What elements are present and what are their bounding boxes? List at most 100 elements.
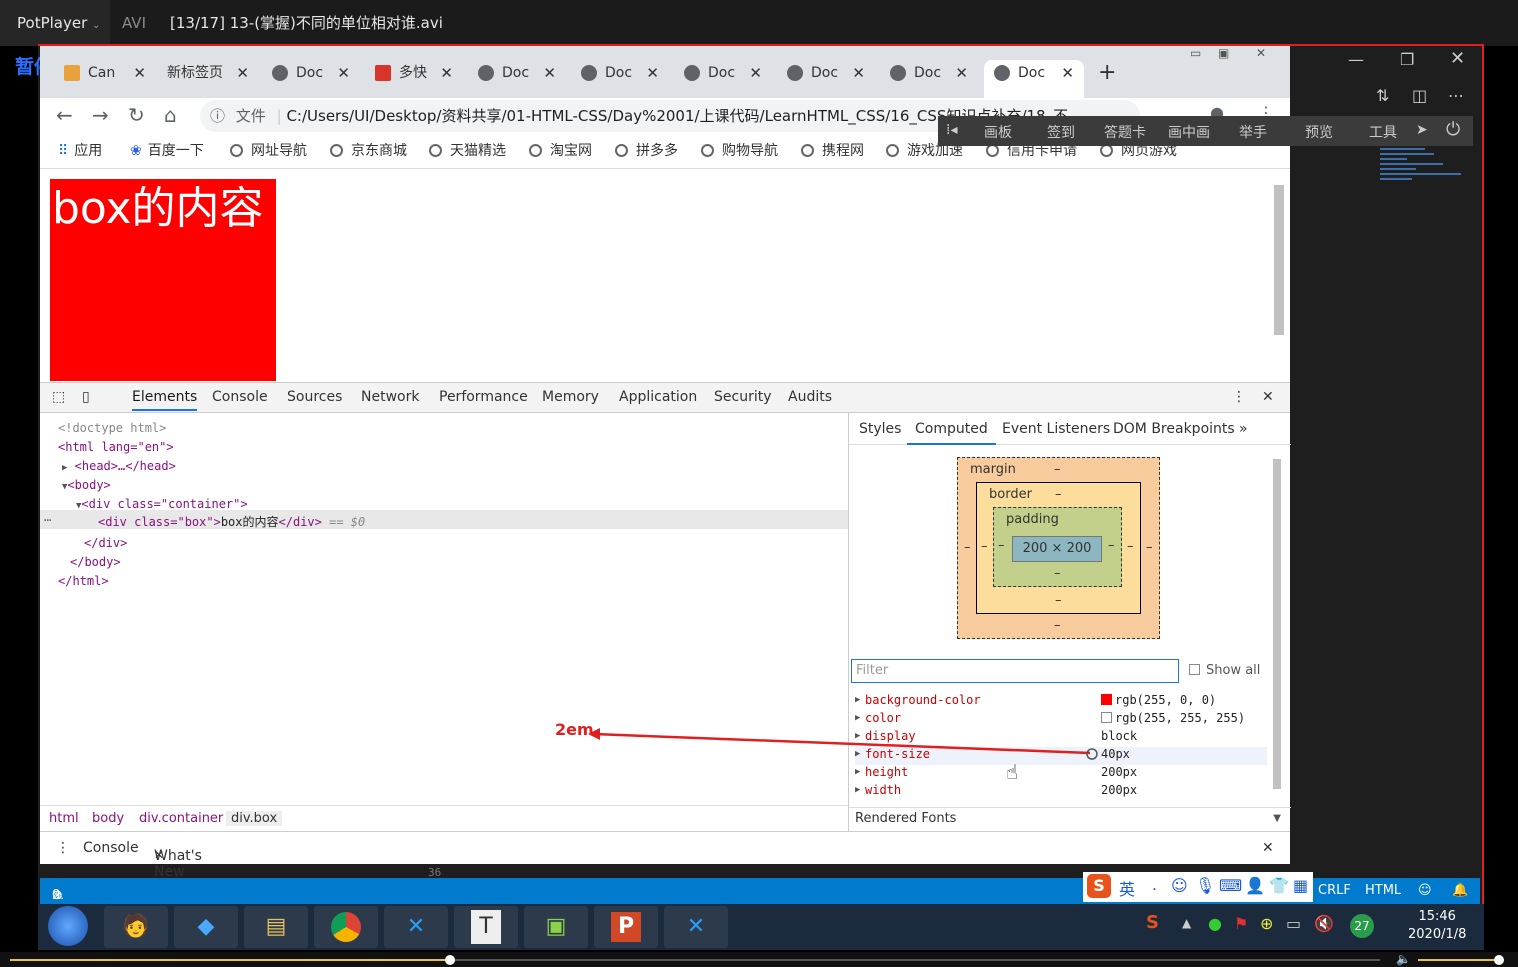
taskbar-explorer[interactable]: ▤ (244, 906, 308, 948)
tab-elements[interactable]: Elements (132, 389, 198, 411)
tab-6[interactable]: Doc ✕ (581, 60, 659, 98)
crumb-html[interactable]: html (49, 811, 79, 826)
display-tray-icon[interactable]: ▭ (1286, 914, 1301, 933)
restore-icon[interactable]: ❐ (1400, 50, 1414, 69)
sidebar-scrollbar[interactable] (1271, 447, 1283, 803)
bookmark-item[interactable]: 淘宝网 (529, 140, 592, 160)
boxmodel-margin[interactable]: margin – – – – border – – – – padding – … (957, 457, 1160, 639)
close-drawer-icon[interactable]: ✕ (1262, 840, 1274, 856)
expand-triangle-icon[interactable]: ▶ (855, 731, 860, 741)
computed-prop-row[interactable]: ▶ color rgb(255, 255, 255) (855, 711, 1267, 729)
dom-html-close[interactable]: </html> (58, 574, 109, 588)
tab-dom-breakpoints[interactable]: DOM Breakpoints (1113, 421, 1235, 437)
page-scrollbar[interactable] (1270, 169, 1286, 383)
volume-muted-icon[interactable]: 🔇 (1314, 914, 1334, 933)
computed-prop-row-hovered[interactable]: ▶ font-size 40px (855, 747, 1267, 765)
toolbar-item[interactable]: 预览 (1305, 122, 1333, 142)
bookmark-item[interactable]: 携程网 (801, 140, 864, 160)
tab-event-listeners[interactable]: Event Listeners (1002, 421, 1110, 437)
toolbar-item[interactable]: 举手 (1239, 122, 1267, 142)
taskbar-powerpoint[interactable]: P (594, 906, 658, 948)
taskbar-notes[interactable]: ▣ (524, 906, 588, 948)
taskbar-app[interactable]: ◆ (174, 906, 238, 948)
bell-icon[interactable]: 🔔 (1452, 883, 1468, 898)
bookmark-item[interactable]: 京东商城 (330, 140, 407, 160)
collapse-icon[interactable]: ➤ (1416, 122, 1428, 138)
dom-container-close[interactable]: </div> (84, 536, 127, 550)
tab-close-icon[interactable]: ✕ (543, 60, 556, 86)
tab-1[interactable]: Can ✕ (64, 60, 146, 98)
expand-triangle-icon[interactable]: ▶ (855, 767, 860, 777)
tab-close-icon[interactable]: ✕ (133, 60, 146, 86)
color-swatch[interactable] (1101, 694, 1112, 705)
tab-4[interactable]: 多快 ✕ (375, 60, 453, 98)
taskbar-vscode-2[interactable]: ✕ (664, 906, 728, 948)
tab-close-icon[interactable]: ✕ (852, 60, 865, 86)
dom-head[interactable]: ▶ <head>…</head> (62, 459, 176, 473)
tab-sources[interactable]: Sources (287, 389, 342, 405)
volume-slider[interactable] (1418, 959, 1498, 961)
close-icon[interactable]: ✕ (1450, 48, 1465, 69)
inspect-icon[interactable]: ⬚ (52, 389, 65, 405)
computed-prop-row[interactable]: ▶ background-color rgb(255, 0, 0) (855, 693, 1267, 711)
expand-triangle-icon[interactable]: ▶ (855, 695, 860, 705)
tab-8[interactable]: Doc ✕ (787, 60, 865, 98)
tab-network[interactable]: Network (361, 389, 419, 405)
bookmark-item[interactable]: 网址导航 (230, 140, 307, 160)
tab-close-icon[interactable]: ✕ (1061, 60, 1074, 86)
volume-handle[interactable] (1494, 955, 1504, 965)
node-actions-icon[interactable]: ⋯ (44, 513, 51, 527)
close-tab-icon[interactable]: ✕ (154, 848, 164, 862)
flag-tray-icon[interactable]: ⚑ (1234, 914, 1248, 933)
seek-bar[interactable]: 🔈 (0, 952, 1518, 967)
minimap[interactable] (1380, 140, 1470, 230)
sogou-tray-icon[interactable]: S (1146, 912, 1159, 933)
tab-styles[interactable]: Styles (859, 421, 901, 437)
crumb-container[interactable]: div.container (139, 811, 223, 826)
more-tabs-icon[interactable]: » (1239, 421, 1248, 437)
tab-3[interactable]: Doc ✕ (272, 60, 350, 98)
drag-handle-icon[interactable]: ⁞◂ (946, 122, 957, 138)
expand-triangle-icon[interactable]: ▶ (855, 785, 860, 795)
device-toolbar-icon[interactable]: ▯ (82, 389, 90, 405)
feedback-icon[interactable]: ☺ (1418, 883, 1432, 898)
caret-down-icon[interactable]: ▼ (1273, 808, 1281, 830)
more-actions-icon[interactable]: ⋯ (1448, 86, 1464, 105)
expand-triangle-icon[interactable]: ▶ (855, 713, 860, 723)
seek-handle[interactable] (445, 955, 455, 965)
toolbox-icon[interactable]: ▦ (1293, 876, 1308, 895)
minimize-icon[interactable]: — (1348, 50, 1364, 69)
tab-console[interactable]: Console (212, 389, 268, 405)
crumb-body[interactable]: body (92, 811, 124, 826)
network-tray-icon[interactable]: ● (1208, 914, 1222, 933)
tab-5[interactable]: Doc ✕ (478, 60, 556, 98)
window-restore-icon[interactable]: ▣ (1218, 46, 1229, 60)
language-mode[interactable]: HTML (1365, 883, 1401, 898)
boxmodel-padding[interactable]: padding – – – 200 × 200 (993, 507, 1122, 587)
expand-triangle-icon[interactable]: ▶ (855, 749, 860, 759)
taskbar-chrome[interactable] (314, 906, 378, 948)
computed-prop-row[interactable]: ▶ height 200px (855, 765, 1267, 783)
bookmark-apps[interactable]: ⠿ 应用 (58, 140, 102, 160)
sogou-logo-icon[interactable]: S (1087, 874, 1111, 898)
home-icon[interactable]: ⌂ (164, 103, 177, 127)
filter-input[interactable]: Filter (851, 659, 1179, 683)
window-close-icon[interactable]: ✕ (1256, 46, 1266, 60)
clock[interactable]: 15:46 2020/1/8 (1408, 908, 1466, 944)
keyboard-icon[interactable]: ⌨ (1219, 876, 1242, 895)
tab-memory[interactable]: Memory (542, 389, 599, 405)
forward-icon[interactable]: → (92, 103, 109, 127)
close-devtools-icon[interactable]: ✕ (1262, 389, 1274, 405)
kebab-menu-icon[interactable]: ⋮ (1232, 389, 1246, 405)
dom-container[interactable]: ▼<div class="container"> (76, 497, 248, 511)
tab-9[interactable]: Doc ✕ (890, 60, 968, 98)
tab-7[interactable]: Doc ✕ (684, 60, 762, 98)
computed-prop-row[interactable]: ▶ width 200px (855, 783, 1267, 801)
tab-close-icon[interactable]: ✕ (749, 60, 762, 86)
dom-doctype[interactable]: <!doctype html> (58, 421, 166, 435)
computed-prop-row[interactable]: ▶ display block (855, 729, 1267, 747)
rendered-fonts-section[interactable]: Rendered Fonts ▼ (849, 807, 1291, 831)
info-icon[interactable]: ⓘ (210, 107, 225, 125)
eol-indicator[interactable]: CRLF (1318, 883, 1351, 898)
power-icon[interactable]: ⏻ (1446, 119, 1460, 140)
